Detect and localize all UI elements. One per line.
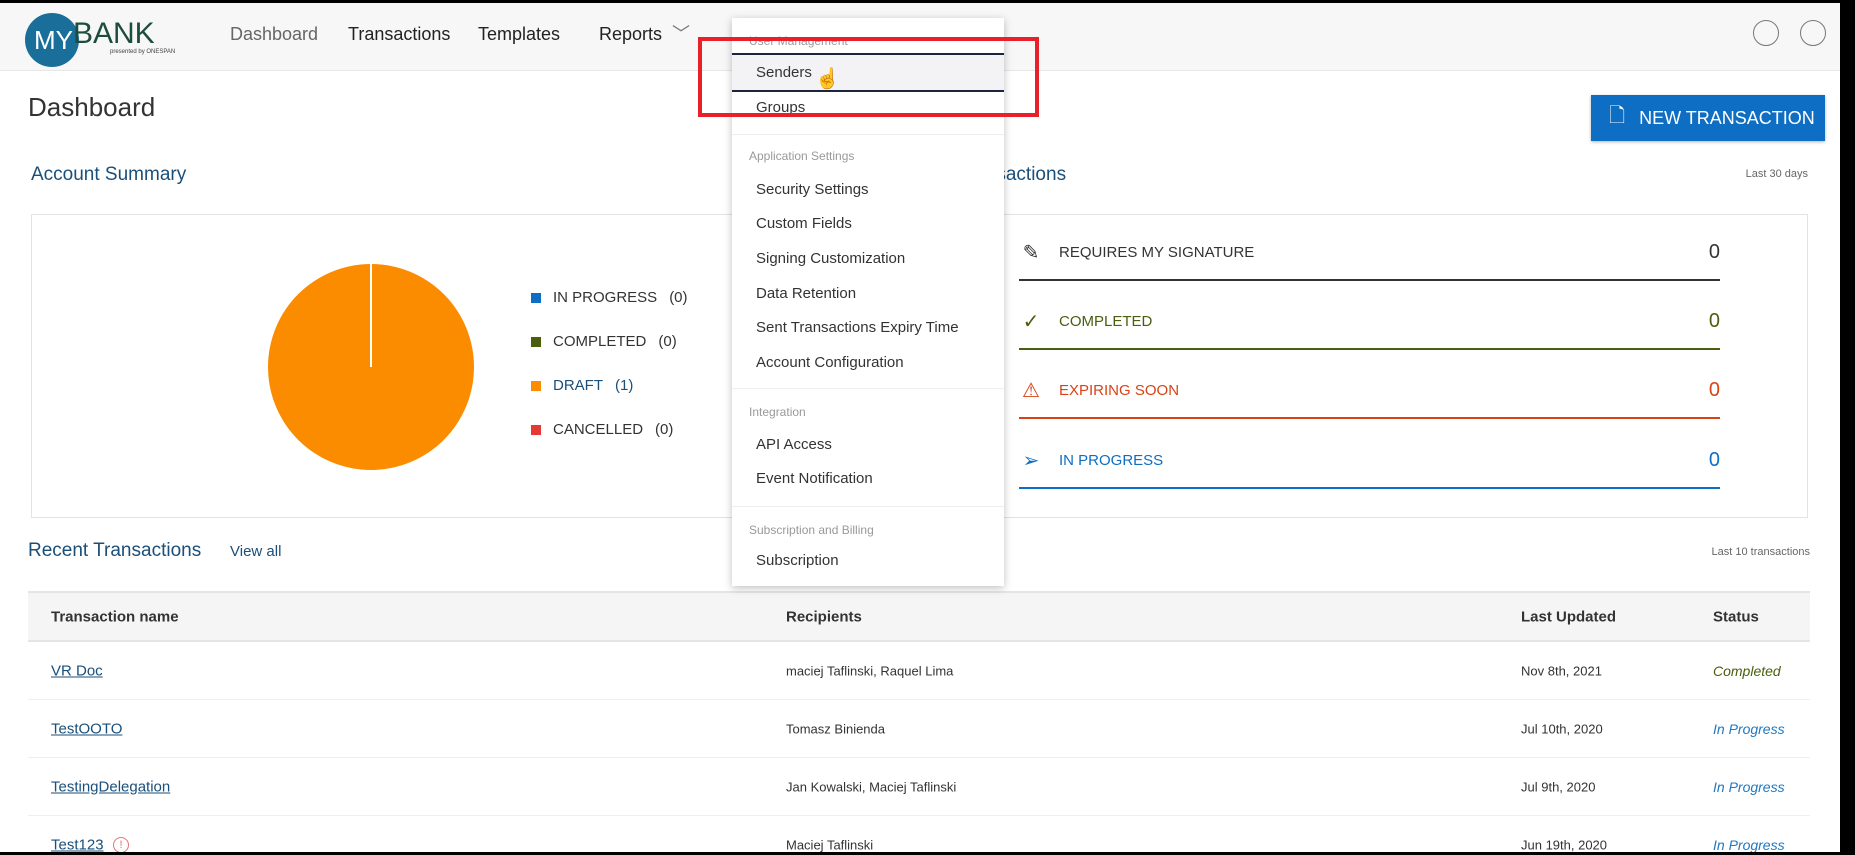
legend-swatch	[531, 380, 541, 391]
account-summary-title: Account Summary	[31, 164, 187, 185]
table-row[interactable]: TestOOTO Tomasz Binienda Jul 10th, 2020 In …	[28, 700, 1810, 758]
recipients: maciej Taflinski, Raquel Lima	[786, 663, 954, 678]
user-icon[interactable]	[1800, 20, 1826, 46]
new-transaction-label: NEW TRANSACTION	[1639, 107, 1815, 128]
legend-swatch	[531, 292, 541, 303]
stat-row[interactable]: ✎ REQUIRES MY SIGNATURE 0	[1019, 226, 1720, 281]
stat-row[interactable]: ⚠ EXPIRING SOON 0	[1019, 364, 1720, 419]
legend-label: COMPLETED	[553, 333, 647, 350]
legend-count: (0)	[658, 333, 677, 350]
logo-text: MY	[34, 25, 73, 55]
stat-row[interactable]: ✓ COMPLETED 0	[1019, 295, 1720, 350]
menu-item-subscription[interactable]: Subscription	[732, 552, 1004, 569]
nav-transactions[interactable]: Transactions	[348, 24, 450, 45]
menu-item-signing-customization[interactable]: Signing Customization	[732, 250, 1004, 267]
transaction-name-link[interactable]: TestOOTO	[51, 720, 122, 737]
page-title: Dashboard	[28, 92, 156, 122]
col-header[interactable]: Transaction name	[51, 608, 179, 625]
status: Completed	[1713, 662, 1781, 679]
status: In Progress	[1713, 836, 1785, 853]
legend-count: (0)	[655, 421, 674, 438]
recent-range-label: Last 10 transactions	[1711, 546, 1810, 558]
stat-value: 0	[1708, 449, 1720, 471]
last-updated: Nov 8th, 2021	[1521, 663, 1602, 678]
menu-item-account-configuration[interactable]: Account Configuration	[732, 354, 1004, 371]
legend-swatch	[531, 424, 541, 435]
menu-item-security-settings[interactable]: Security Settings	[732, 181, 1004, 198]
menu-item-event-notification[interactable]: Event Notification	[732, 470, 1004, 487]
nav-templates[interactable]: Templates	[478, 24, 560, 45]
range-label: Last 30 days	[1745, 168, 1808, 180]
legend-item: COMPLETED (0)	[531, 333, 677, 350]
legend-item: IN PROGRESS (0)	[531, 289, 688, 306]
col-header[interactable]: Status	[1713, 608, 1759, 625]
nav-dashboard[interactable]: Dashboard	[230, 24, 318, 45]
highlight-annotation-box	[698, 37, 1039, 117]
menu-divider	[732, 388, 1004, 389]
stat-value: 0	[1708, 310, 1720, 332]
menu-divider	[732, 506, 1004, 507]
last-updated: Jul 9th, 2020	[1521, 779, 1596, 794]
col-header[interactable]: Recipients	[786, 608, 862, 625]
stat-label: REQUIRES MY SIGNATURE	[1059, 244, 1255, 261]
send-icon: ➢	[1022, 450, 1040, 472]
menu-section-header: Subscription and Billing	[749, 523, 874, 537]
recent-transactions-title: Recent Transactions	[28, 540, 202, 561]
screen: MY BANK presented by ONESPAN Dashboard T…	[0, 3, 1840, 852]
table-row[interactable]: VR Doc maciej Taflinski, Raquel Lima Nov 8…	[28, 642, 1810, 700]
stat-label: EXPIRING SOON	[1059, 382, 1180, 399]
col-header[interactable]: Last Updated	[1521, 608, 1616, 625]
status: In Progress	[1713, 778, 1785, 795]
check-icon: ✓	[1022, 311, 1040, 333]
legend-item: DRAFT (1)	[531, 377, 633, 394]
menu-item-custom-fields[interactable]: Custom Fields	[732, 215, 1004, 232]
stat-label: COMPLETED	[1059, 313, 1153, 330]
recipients: Tomasz Binienda	[786, 721, 885, 736]
alert-icon: !	[113, 836, 129, 852]
recipients: Maciej Taflinski	[786, 837, 874, 852]
view-all-link[interactable]: View all	[230, 543, 281, 560]
hand-cursor-icon: ☝	[815, 68, 840, 90]
menu-section-header: Application Settings	[749, 149, 855, 163]
recipients: Jan Kowalski, Maciej Taflinski	[786, 779, 957, 794]
legend-label: CANCELLED	[553, 421, 644, 438]
logo-text: BANK	[73, 17, 155, 50]
legend-swatch	[531, 336, 541, 347]
legend-item: CANCELLED (0)	[531, 421, 673, 438]
stat-value: 0	[1708, 241, 1720, 263]
recent-transactions-table: Transaction name Recipients Last Updated…	[28, 591, 1810, 852]
menu-item-api-access[interactable]: API Access	[732, 436, 1004, 453]
stat-value: 0	[1708, 379, 1720, 401]
menu-section-header: Integration	[749, 405, 806, 419]
pencil-icon: ✎	[1022, 242, 1040, 264]
logo-subtext: presented by ONESPAN	[110, 49, 176, 55]
transaction-name-link[interactable]: TestingDelegation	[51, 778, 170, 795]
warning-icon: ⚠	[1022, 380, 1040, 402]
new-transaction-button[interactable]: 🗋 NEW TRANSACTION	[1591, 95, 1825, 141]
globe-icon[interactable]	[1753, 20, 1779, 46]
last-updated: Jul 10th, 2020	[1521, 721, 1603, 736]
legend-count: (0)	[669, 289, 688, 306]
last-updated: Jun 19th, 2020	[1521, 837, 1608, 852]
stat-row[interactable]: ➢ IN PROGRESS 0	[1019, 434, 1720, 489]
table-row[interactable]: Test123! Maciej Taflinski Jun 19th, 2020 In…	[28, 816, 1810, 852]
table-row[interactable]: TestingDelegation Jan Kowalski, Maciej Ta…	[28, 758, 1810, 816]
nav-reports[interactable]: Reports	[599, 24, 662, 45]
new-document-icon: 🗋	[1609, 105, 1626, 127]
pie-chart	[268, 264, 474, 470]
legend-label: IN PROGRESS	[553, 289, 658, 306]
stat-label: IN PROGRESS	[1059, 452, 1164, 469]
menu-item-data-retention[interactable]: Data Retention	[732, 285, 1004, 302]
menu-divider	[732, 134, 1004, 135]
menu-item-sent-transactions-expiry-time[interactable]: Sent Transactions Expiry Time	[732, 319, 1004, 336]
legend-count: (1)	[615, 377, 634, 394]
status: In Progress	[1713, 720, 1785, 737]
transaction-name-link[interactable]: VR Doc	[51, 662, 103, 679]
transaction-name-link[interactable]: Test123	[51, 836, 104, 852]
chevron-down-icon[interactable]: ﹀	[672, 20, 690, 46]
table-header: Transaction name Recipients Last Updated…	[28, 591, 1810, 642]
legend-label: DRAFT	[553, 377, 603, 394]
